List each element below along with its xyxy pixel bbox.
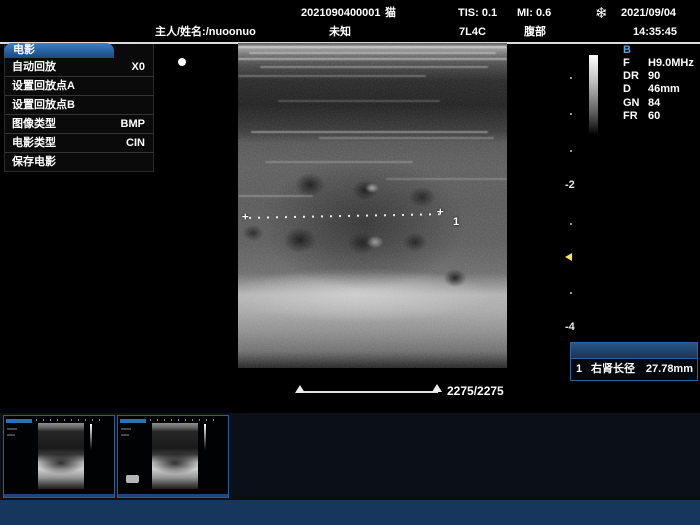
menu-item-label: 自动回放 [12,58,56,76]
menu-item-set-replay-point-a[interactable]: 设置回放点A [5,77,153,96]
measurement-index: 1 [576,359,582,380]
param-label: FR [623,110,638,123]
ultrasound-screen: 2021090400001 猫 TIS: 0.1 MI: 0.6 ❄ 2021/… [0,0,700,525]
cine-scrubber-track[interactable] [302,391,438,393]
param-label: DR [623,70,639,83]
menu-item-save-cine[interactable]: 保存电影 [5,153,153,171]
caliper-number-label: 1 [453,217,459,228]
menu-item-image-type[interactable]: 图像类型 BMP [5,115,153,134]
thumb-us-image [152,423,198,489]
probe-orientation-marker [178,58,186,66]
thumbnail-1[interactable] [3,415,115,498]
menu-item-set-replay-point-b[interactable]: 设置回放点B [5,96,153,115]
menu-item-label: 图像类型 [12,115,56,133]
thumb-menu-bar [120,419,146,423]
image-parameters: F H9.0MHz DR 90 D 46mm GN 84 FR 60 [623,57,698,123]
depth-tick [570,77,572,79]
thumb-side-text [121,428,131,430]
thumb-menu-bar [6,419,32,423]
cine-menu: 自动回放 X0 设置回放点A 设置回放点B 图像类型 BMP 电影类型 CIN … [4,44,154,172]
menu-item-value: X0 [132,58,145,76]
exam-id: 2021090400001 [301,6,381,20]
thumb-header-text [150,419,220,421]
param-dynamic-range: DR 90 [623,70,698,83]
owner-name: 主人/姓名:/nuoonuo [155,25,256,39]
param-frequency: F H9.0MHz [623,57,698,70]
focus-marker-icon[interactable] [565,253,572,261]
menu-item-value: CIN [126,134,145,152]
time-label: 14:35:45 [633,25,677,39]
date-label: 2021/09/04 [621,6,676,20]
thumbnail-strip [0,413,700,500]
measurement-result-panel: 1 右肾长径 27.78mm [570,342,698,381]
thumb-header-text [36,419,106,421]
depth-tick [570,113,572,115]
thumb-us-image [38,423,84,489]
menu-item-label: 设置回放点A [12,77,75,95]
mi-value: MI: 0.6 [517,6,551,20]
param-frame-rate: FR 60 [623,110,698,123]
grayscale-bar [589,55,598,135]
patient-unknown: 未知 [329,25,351,39]
ultrasound-image[interactable]: + + 1 [238,43,507,368]
param-value: 46mm [648,83,680,96]
caliper-end-icon[interactable]: + [437,206,444,217]
param-label: F [623,57,630,70]
menu-item-label: 电影类型 [12,134,56,152]
us-speckle-texture [238,43,507,368]
cine-menu-title: 电影 [4,43,114,58]
param-value: 84 [648,97,660,110]
species-label: 猫 [385,6,396,20]
thumb-side-text [7,434,15,436]
mode-label: B [623,44,631,56]
param-label: D [623,83,631,96]
thumb-annotation-blob [126,475,139,483]
snowflake-icon: ❄ [595,6,608,21]
thumb-grayscale-bar [204,424,206,450]
param-value: H9.0MHz [648,57,694,70]
param-value: 90 [648,70,660,83]
measurement-row: 1 右肾长径 27.78mm [571,359,697,380]
exam-preset: 腹部 [524,25,546,39]
thumb-bottom-bar [118,494,228,497]
menu-item-label: 设置回放点B [12,96,75,114]
thumb-side-text [7,428,17,430]
measurement-panel-header [571,343,697,359]
measurement-name: 右肾长径 [591,359,635,380]
param-depth: D 46mm [623,83,698,96]
measurement-value: 27.78mm [646,359,693,380]
thumb-bottom-bar [4,494,114,497]
cine-frame-counter: 2275/2275 [447,384,504,398]
cine-start-marker[interactable] [295,385,305,393]
depth-tick [570,292,572,294]
param-label: GN [623,97,640,110]
caliper-start-icon[interactable]: + [242,211,249,222]
status-bar: en [0,500,700,525]
menu-item-label: 保存电影 [12,153,56,171]
cine-position-marker[interactable] [432,384,442,392]
probe-model: 7L4C [459,25,486,39]
tis-value: TIS: 0.1 [458,6,497,20]
param-value: 60 [648,110,660,123]
depth-tick [570,223,572,225]
menu-item-value: BMP [121,115,145,133]
depth-label-4: -4 [565,322,575,333]
menu-item-auto-replay[interactable]: 自动回放 X0 [5,58,153,77]
depth-label-2: -2 [565,180,575,191]
thumb-grayscale-bar [90,424,92,450]
depth-tick [570,150,572,152]
param-gain: GN 84 [623,97,698,110]
thumbnail-2[interactable] [117,415,229,498]
thumb-side-text [121,434,129,436]
menu-item-cine-type[interactable]: 电影类型 CIN [5,134,153,153]
